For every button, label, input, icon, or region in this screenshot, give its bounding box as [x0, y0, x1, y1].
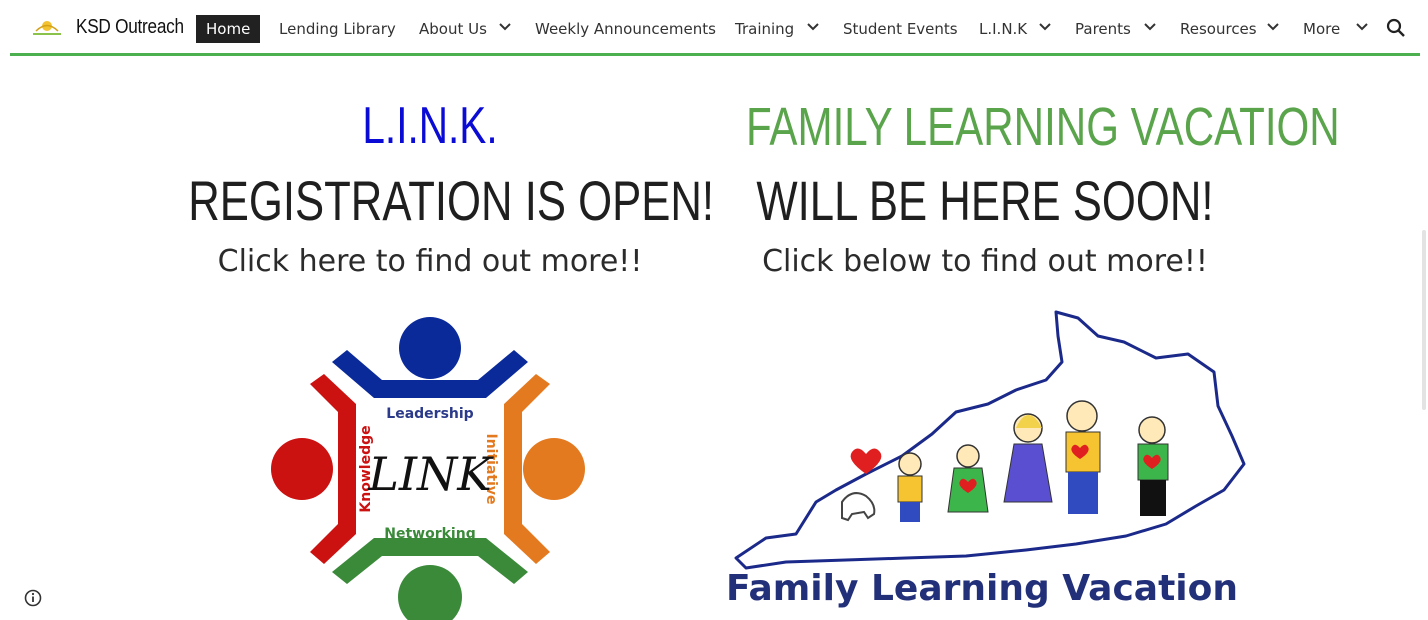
info-icon[interactable]: [24, 589, 42, 607]
top-circle: [399, 317, 461, 379]
nav-item-about-us[interactable]: About Us: [419, 15, 487, 43]
right-circle: [523, 438, 585, 500]
registration-heading: REGISTRATION IS OPEN!: [188, 169, 715, 232]
chevron-down-icon[interactable]: [1266, 20, 1280, 34]
bottom-circle: [398, 565, 462, 620]
link-cta[interactable]: Click here to find out more!!: [130, 244, 730, 279]
nav-item-student-events[interactable]: Student Events: [843, 15, 958, 43]
site-logo[interactable]: [30, 16, 64, 40]
chevron-down-icon[interactable]: [1143, 20, 1157, 34]
search-icon[interactable]: [1386, 18, 1406, 38]
site-title[interactable]: KSD Outreach: [76, 16, 184, 39]
nav-item-parents[interactable]: Parents: [1075, 15, 1131, 43]
chevron-down-icon[interactable]: [498, 20, 512, 34]
left-circle: [271, 438, 333, 500]
link-title[interactable]: L.I.N.K.: [266, 96, 594, 156]
nav-item-resources[interactable]: Resources: [1180, 15, 1257, 43]
coming-soon-heading: WILL BE HERE SOON!: [756, 169, 1214, 232]
nav-item-more[interactable]: More: [1303, 15, 1340, 43]
family-learning-vacation-graphic[interactable]: Family Learning Vacation: [726, 306, 1256, 620]
nav-item-weekly-announcements[interactable]: Weekly Announcements: [535, 15, 716, 43]
flv-cta: Click below to find out more!!: [762, 244, 1208, 279]
chevron-down-icon[interactable]: [1038, 20, 1052, 34]
link-logo-graphic[interactable]: Leadership Networking Knowledge Initiati…: [262, 312, 598, 620]
flv-caption: Family Learning Vacation: [726, 568, 1238, 609]
nav-item-lending-library[interactable]: Lending Library: [279, 15, 396, 43]
chevron-down-icon[interactable]: [1355, 20, 1369, 34]
nav-item-home[interactable]: Home: [196, 15, 261, 43]
nav-item-training[interactable]: Training: [735, 15, 794, 43]
leadership-label: Leadership: [386, 406, 473, 422]
nav-item-link[interactable]: L.I.N.K: [979, 15, 1027, 43]
page-scrollbar[interactable]: [1422, 230, 1426, 410]
chevron-down-icon[interactable]: [806, 20, 820, 34]
link-center-text: LINK: [367, 447, 494, 501]
networking-label: Networking: [384, 526, 475, 542]
family-learning-vacation-title: FAMILY LEARNING VACATION: [746, 97, 1340, 157]
top-navigation: KSD Outreach Home Lending Library About …: [10, 0, 1420, 56]
